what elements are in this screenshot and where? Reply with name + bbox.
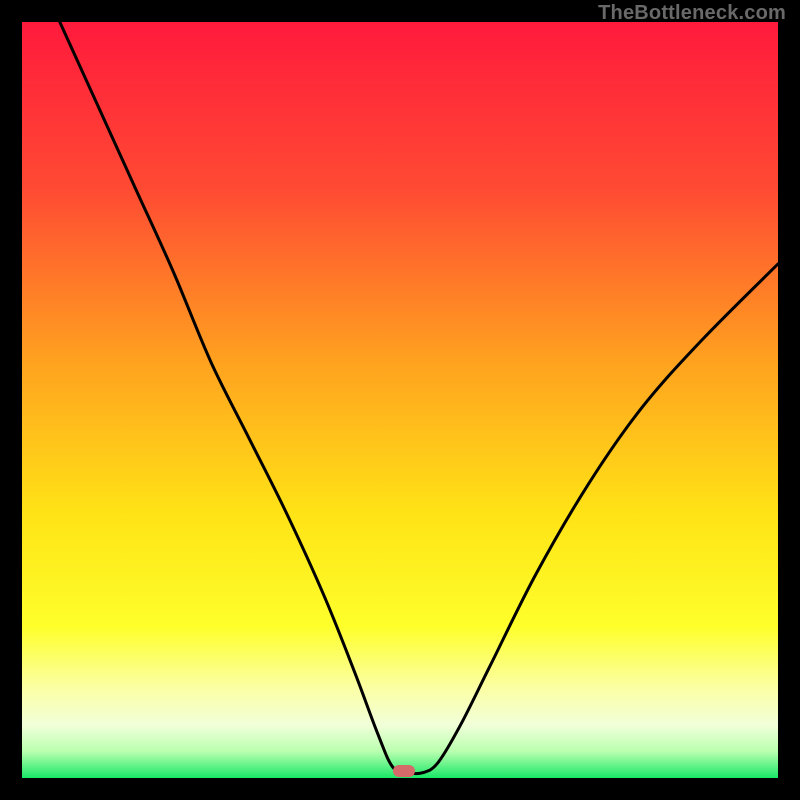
- optimum-marker: [393, 765, 415, 777]
- bottleneck-plot: [22, 22, 778, 778]
- chart-frame: TheBottleneck.com: [0, 0, 800, 800]
- attribution-label: TheBottleneck.com: [598, 2, 786, 25]
- gradient-background: [22, 22, 778, 778]
